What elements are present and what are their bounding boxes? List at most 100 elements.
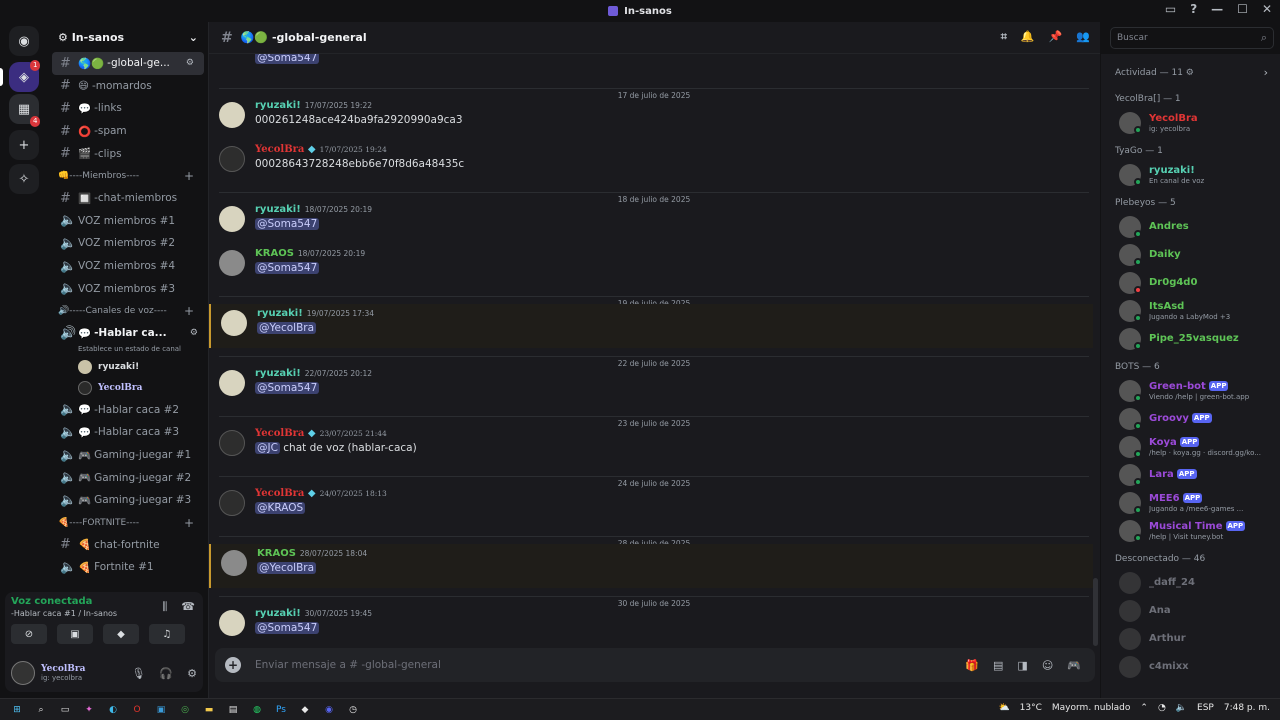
folder-icon[interactable]: ▬ (202, 703, 216, 717)
headphones-icon[interactable]: 🎧 (159, 667, 173, 680)
member-item[interactable]: Koya APP/help · koya.gg · discord.gg/ko..… (1119, 434, 1279, 460)
voice-user[interactable]: ryuzaki! (48, 357, 208, 378)
member-item[interactable]: Daiky (1119, 242, 1279, 268)
mention[interactable]: @YecolBra (257, 562, 317, 574)
add-server-icon[interactable]: + (9, 130, 39, 160)
mention[interactable]: @Soma547 (255, 382, 320, 394)
member-item[interactable]: YecolBra ig: yecolbra (1119, 110, 1279, 136)
message[interactable]: YecolBra ◆ 23/07/2025 21:44 @JC chat de vo… (209, 424, 1093, 468)
message[interactable]: YecolBra ◆ 24/07/2025 18:13 @KRAOS (209, 484, 1093, 528)
voice-channel[interactable]: 🔈 🍕 Fortnite #1 (48, 556, 208, 579)
camera-button[interactable]: ⊘ (11, 624, 47, 644)
author-name[interactable]: YecolBra ◆ 17/07/2025 19:24 (255, 144, 387, 155)
author-name[interactable]: KRAOS 28/07/2025 18:04 (257, 548, 367, 559)
avatar[interactable] (219, 430, 245, 456)
maximize-button[interactable]: ☐ (1237, 2, 1248, 16)
screen-share-button[interactable]: ▣ (57, 624, 93, 644)
author-name[interactable]: ryuzaki! 17/07/2025 19:22 (255, 100, 372, 111)
channel-status-hint[interactable]: Establece un estado de canal (48, 345, 208, 357)
task-view-icon[interactable]: ▭ (58, 703, 72, 717)
whatsapp-icon[interactable]: ◍ (250, 703, 264, 717)
avatar[interactable] (221, 550, 247, 576)
message[interactable]: YecolBra ◆ 17/07/2025 19:24 00028643728248… (209, 140, 1093, 184)
category-canales-voz[interactable]: 🔊 -----Canales de voz---- + (48, 300, 208, 322)
channel-momardos[interactable]: # 😄 -momardos (48, 75, 208, 98)
settings-icon[interactable]: ⚙ (190, 328, 198, 338)
channel-spam[interactable]: # ⭕ -spam (48, 120, 208, 143)
member-item[interactable]: Lara APP (1119, 462, 1279, 488)
member-item[interactable]: ItsAsd Jugando a LabyMod +3 (1119, 298, 1279, 324)
message-composer[interactable]: + Enviar mensaje a # -global-general 🎁 ▤… (215, 648, 1095, 682)
voice-channel[interactable]: 🔈 VOZ miembros #4 (48, 255, 208, 278)
close-button[interactable]: ✕ (1262, 2, 1272, 16)
voice-channel-active[interactable]: 🔊 💬 -Hablar ca... ⚙ (48, 322, 208, 345)
bell-icon[interactable]: 🔔 (1021, 30, 1035, 44)
member-item[interactable]: Groovy APP (1119, 406, 1279, 432)
channel-global-general[interactable]: # 🌎🟢 -global-ge... ⚙ (52, 52, 204, 75)
guild-header[interactable]: ⚙ In-sanos ⌄ (48, 22, 208, 52)
minimize-button[interactable]: — (1211, 2, 1223, 16)
message[interactable]: @Soma547 (209, 54, 1093, 74)
volume-icon[interactable]: 🔈 (1176, 703, 1187, 713)
member-item[interactable]: Green-bot APP Viendo /help | green-bot.app (1119, 378, 1279, 404)
member-item[interactable]: Arthur (1119, 626, 1279, 652)
mention[interactable]: @Soma547 (255, 218, 320, 230)
help-icon[interactable]: ? (1190, 2, 1197, 16)
disconnect-icon[interactable]: ☎ (181, 600, 195, 614)
lang-indicator[interactable]: ESP (1197, 703, 1214, 713)
voice-channel[interactable]: 🔈 🎮 Gaming-juegar #1 (48, 444, 208, 467)
category-miembros[interactable]: 👊 ----Miembros---- + (48, 165, 208, 187)
member-item[interactable]: MEE6 APP Jugando a /mee6-games ... (1119, 490, 1279, 516)
edge-icon[interactable]: ◐ (106, 703, 120, 717)
add-channel-icon[interactable]: + (184, 516, 194, 530)
message[interactable]: ryuzaki! 17/07/2025 19:22 000261248ace424b… (209, 96, 1093, 140)
voice-user[interactable]: YecolBra (48, 378, 208, 399)
voice-channel[interactable]: 🔈 🎮 Gaming-juegar #2 (48, 466, 208, 489)
member-item[interactable]: Ana (1119, 598, 1279, 624)
mention[interactable]: @YecolBra (257, 322, 317, 334)
member-item[interactable]: Dr0g4d0 (1119, 270, 1279, 296)
channel-chat-fortnite[interactable]: # 🍕 chat-fortnite (48, 534, 208, 557)
emoji-picker-icon[interactable]: ☺ (1042, 659, 1053, 672)
author-name[interactable]: YecolBra ◆ 23/07/2025 21:44 (255, 428, 387, 439)
mention[interactable]: @Soma547 (255, 622, 320, 634)
message[interactable]: ryuzaki! 30/07/2025 19:45 @Soma547 (209, 604, 1093, 644)
weather-temp[interactable]: 13°C (1020, 703, 1042, 713)
windows-start-icon[interactable]: ⊞ (10, 703, 24, 717)
voice-channel[interactable]: 🔈 🎮 Gaming-juegar #3 (48, 489, 208, 512)
avatar[interactable] (219, 206, 245, 232)
discord-home-icon[interactable]: ◉ (9, 26, 39, 56)
avatar[interactable] (219, 370, 245, 396)
tray-chevron-icon[interactable]: ⌃ (1140, 703, 1148, 713)
message[interactable]: KRAOS 18/07/2025 20:19 @Soma547 (209, 244, 1093, 288)
message[interactable]: ryuzaki! 19/07/2025 17:34 @YecolBra (209, 304, 1093, 348)
author-name[interactable]: ryuzaki! 18/07/2025 20:19 (255, 204, 372, 215)
clock[interactable]: 7:48 p. m. (1224, 703, 1270, 713)
scrollbar[interactable] (1093, 578, 1098, 646)
author-name[interactable]: KRAOS 18/07/2025 20:19 (255, 248, 365, 259)
printer-icon[interactable]: ▤ (226, 703, 240, 717)
channel-chat-miembros[interactable]: # 🔲 -chat-miembros (48, 187, 208, 210)
search-icon[interactable]: ⌕ (34, 703, 48, 717)
member-item[interactable]: Pipe_25vasquez (1119, 326, 1279, 352)
member-item[interactable]: c4mixx (1119, 654, 1279, 680)
avatar[interactable] (219, 146, 245, 172)
member-item[interactable]: Musical Time APP/help | Visit tuney.bot (1119, 518, 1279, 544)
category-fortnite[interactable]: 🍕 ----FORTNITE---- + (48, 512, 208, 534)
channel-clips[interactable]: # 🎬 -clips (48, 142, 208, 165)
inbox-icon[interactable]: ▭ (1165, 2, 1176, 16)
message[interactable]: KRAOS 28/07/2025 18:04 @YecolBra (209, 544, 1093, 588)
gif-icon[interactable]: ▤ (993, 659, 1003, 672)
members-icon[interactable]: 👥 (1076, 30, 1090, 44)
mention[interactable]: @JC (255, 442, 280, 454)
collapse-icon[interactable]: › (1264, 66, 1268, 79)
activity-button[interactable]: ◆ (103, 624, 139, 644)
avatar[interactable] (11, 661, 35, 685)
author-name[interactable]: ryuzaki! 30/07/2025 19:45 (255, 608, 372, 619)
gift-icon[interactable]: 🎁 (965, 659, 979, 672)
noise-suppression-icon[interactable]: ⫼ (162, 600, 167, 614)
mention[interactable]: @Soma547 (255, 54, 320, 64)
voice-channel[interactable]: 🔈 VOZ miembros #3 (48, 277, 208, 300)
roblox-icon[interactable]: ◆ (298, 703, 312, 717)
member-item[interactable]: ryuzaki! En canal de voz (1119, 162, 1279, 188)
